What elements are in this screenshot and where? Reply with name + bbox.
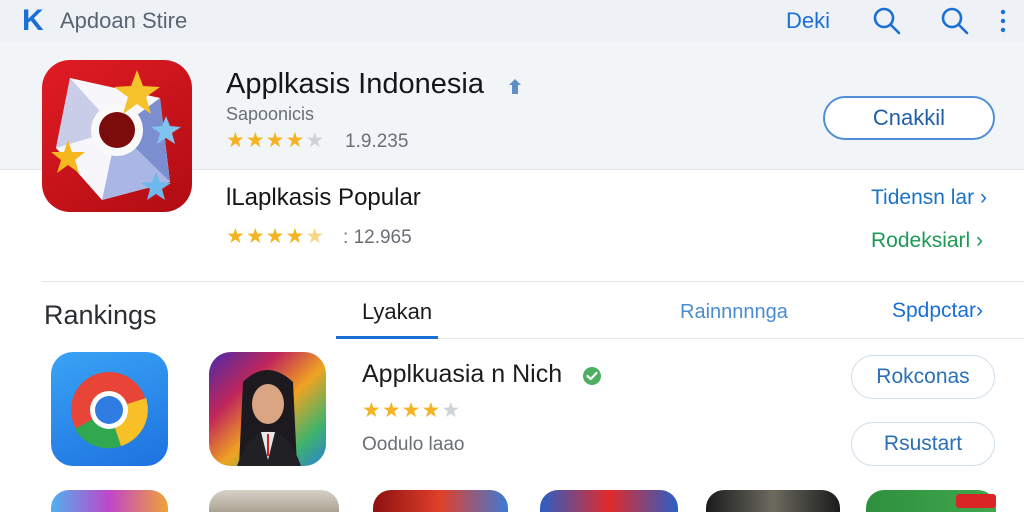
person-portrait-icon [209,352,326,466]
app-thumbnail[interactable] [706,490,840,512]
popular-title: lLaplkasis Popular [226,184,421,211]
top-bar: K Apdoan Stire Deki [0,0,1024,42]
rating-stars: ★★★★★ [226,129,326,152]
see-all-link[interactable]: Spdpctar› [892,299,983,323]
app-thumbnail[interactable] [373,490,508,512]
app-thumbnail[interactable] [540,490,678,512]
tab-divider [438,338,1024,339]
more-vertical-icon[interactable] [996,6,1010,36]
chrome-icon [71,372,148,449]
app-thumbnail[interactable] [209,352,326,466]
section-divider [42,281,1024,282]
back-logo-icon[interactable]: K [22,4,44,38]
primary-action-button[interactable]: Rokconas [851,355,995,399]
details-link[interactable]: Tidensn lar › [871,186,987,210]
browser-app-icon[interactable] [51,352,168,466]
tab-other[interactable]: Rainnnnnga [680,301,788,324]
app-title: Applkasis Indonesia [226,68,484,100]
secondary-action-button[interactable]: Rsustart [851,422,995,466]
store-title: Apdoan Stire [60,8,188,33]
recommendation-link[interactable]: Rodeksiarl › [871,229,983,253]
popular-rating-value: 12.965 [353,227,412,248]
search-icon[interactable] [870,4,904,38]
popular-rating-count: : 12.965 [343,227,412,248]
search-icon[interactable] [938,4,972,38]
ranked-app-subtitle: Oodulo laao [362,434,465,455]
app-icon[interactable] [42,60,192,212]
verified-check-icon [583,367,601,385]
status-badge [956,494,996,508]
popular-rating-stars: ★★★★★ [226,225,326,248]
ranked-app-title: Applkuasia n Nich [362,360,563,388]
open-button[interactable]: Cnakkil [823,96,995,140]
tab-active[interactable]: Lyakan [362,299,432,325]
header-link[interactable]: Deki [786,8,830,34]
verified-icon [509,79,521,94]
rankings-title: Rankings [44,300,157,330]
star-shuriken-icon [51,70,181,200]
app-developer: Sapoonicis [226,104,315,124]
rating-count: 1.9.235 [345,131,409,152]
app-thumbnail[interactable] [209,490,339,512]
tab-active-indicator [336,336,438,339]
ranked-app-stars: ★★★★★ [362,399,462,422]
app-thumbnail[interactable] [51,490,168,512]
